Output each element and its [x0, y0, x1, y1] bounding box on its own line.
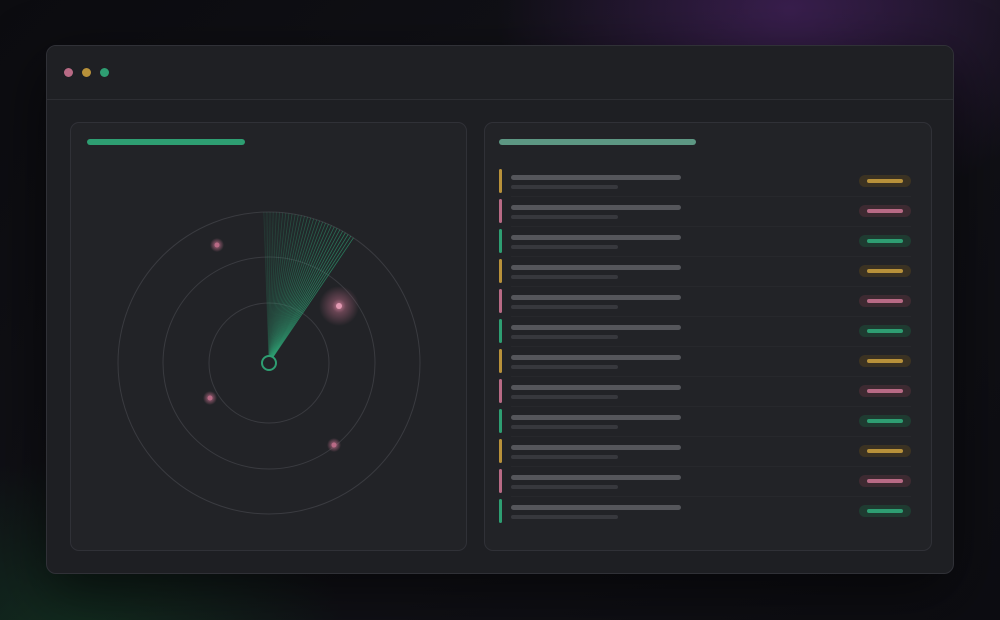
status-accent-bar	[499, 409, 502, 433]
row-divider	[511, 256, 911, 257]
list-panel-title-placeholder	[499, 139, 696, 145]
status-badge-fill	[867, 329, 903, 333]
status-badge-fill	[867, 389, 903, 393]
item-subtitle-placeholder	[511, 395, 618, 399]
status-badge	[859, 415, 911, 427]
status-badge-fill	[867, 179, 903, 183]
status-badge	[859, 355, 911, 367]
item-title-placeholder	[511, 505, 681, 510]
item-subtitle-placeholder	[511, 185, 618, 189]
list-item[interactable]	[499, 199, 911, 227]
close-button[interactable]	[64, 68, 73, 77]
list-item[interactable]	[499, 229, 911, 257]
list-item[interactable]	[499, 439, 911, 467]
item-subtitle-placeholder	[511, 365, 618, 369]
item-subtitle-placeholder	[511, 425, 618, 429]
radar-panel	[70, 122, 467, 551]
status-accent-bar	[499, 169, 502, 193]
item-title-placeholder	[511, 325, 681, 330]
list-item[interactable]	[499, 409, 911, 437]
item-title-placeholder	[511, 415, 681, 420]
item-subtitle-placeholder	[511, 515, 618, 519]
list-item[interactable]	[499, 319, 911, 347]
radar-blip-highlight[interactable]	[336, 303, 342, 309]
status-accent-bar	[499, 319, 502, 343]
item-subtitle-placeholder	[511, 455, 618, 459]
item-title-placeholder	[511, 385, 681, 390]
status-accent-bar	[499, 289, 502, 313]
item-subtitle-placeholder	[511, 335, 618, 339]
item-subtitle-placeholder	[511, 215, 618, 219]
item-subtitle-placeholder	[511, 485, 618, 489]
row-divider	[511, 436, 911, 437]
status-accent-bar	[499, 199, 502, 223]
radar-blip[interactable]	[214, 242, 220, 248]
row-divider	[511, 466, 911, 467]
status-list-panel	[484, 122, 932, 551]
status-badge-fill	[867, 209, 903, 213]
row-divider	[511, 286, 911, 287]
status-badge	[859, 205, 911, 217]
status-accent-bar	[499, 229, 502, 253]
item-subtitle-placeholder	[511, 275, 618, 279]
item-subtitle-placeholder	[511, 305, 618, 309]
row-divider	[511, 346, 911, 347]
list-item[interactable]	[499, 289, 911, 317]
status-badge	[859, 505, 911, 517]
status-badge	[859, 445, 911, 457]
radar-blip[interactable]	[207, 395, 213, 401]
status-accent-bar	[499, 439, 502, 463]
status-badge-fill	[867, 299, 903, 303]
radar-view	[117, 211, 421, 515]
status-badge-fill	[867, 239, 903, 243]
zoom-button[interactable]	[100, 68, 109, 77]
status-badge-fill	[867, 359, 903, 363]
row-divider	[511, 196, 911, 197]
status-accent-bar	[499, 499, 502, 523]
status-accent-bar	[499, 469, 502, 493]
item-title-placeholder	[511, 355, 681, 360]
item-title-placeholder	[511, 175, 681, 180]
list-item[interactable]	[499, 169, 911, 197]
row-divider	[511, 226, 911, 227]
status-badge	[859, 175, 911, 187]
status-badge-fill	[867, 419, 903, 423]
list-item[interactable]	[499, 259, 911, 287]
status-badge	[859, 265, 911, 277]
item-title-placeholder	[511, 475, 681, 480]
title-bar	[47, 46, 953, 100]
list-item[interactable]	[499, 499, 911, 523]
status-badge-fill	[867, 449, 903, 453]
minimize-button[interactable]	[82, 68, 91, 77]
app-window	[46, 45, 954, 574]
status-accent-bar	[499, 379, 502, 403]
item-title-placeholder	[511, 205, 681, 210]
row-divider	[511, 406, 911, 407]
row-divider	[511, 376, 911, 377]
item-title-placeholder	[511, 445, 681, 450]
status-badge-fill	[867, 269, 903, 273]
status-accent-bar	[499, 259, 502, 283]
item-title-placeholder	[511, 235, 681, 240]
radar-center-marker	[261, 355, 277, 371]
status-badge-fill	[867, 509, 903, 513]
item-title-placeholder	[511, 295, 681, 300]
row-divider	[511, 316, 911, 317]
item-subtitle-placeholder	[511, 245, 618, 249]
status-accent-bar	[499, 349, 502, 373]
list-item[interactable]	[499, 469, 911, 497]
status-badge	[859, 235, 911, 247]
status-badge-fill	[867, 479, 903, 483]
status-badge	[859, 475, 911, 487]
list-item[interactable]	[499, 349, 911, 377]
radar-blip[interactable]	[331, 442, 337, 448]
status-badge	[859, 295, 911, 307]
row-divider	[511, 496, 911, 497]
list-item[interactable]	[499, 379, 911, 407]
status-badge	[859, 385, 911, 397]
item-title-placeholder	[511, 265, 681, 270]
status-badge	[859, 325, 911, 337]
